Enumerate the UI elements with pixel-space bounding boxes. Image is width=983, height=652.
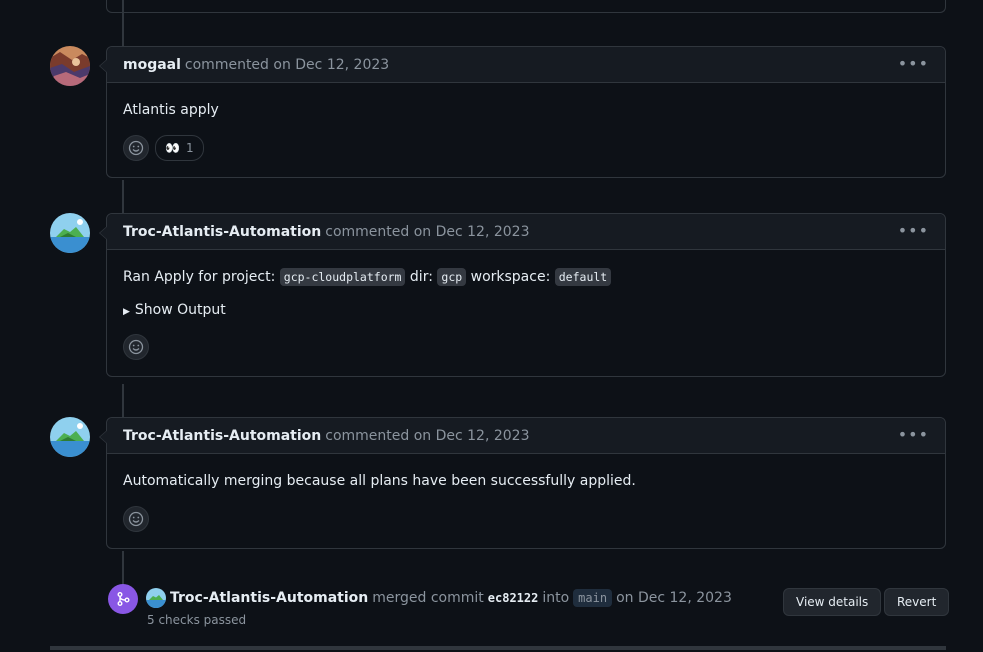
kebab-horizontal-icon[interactable]: ••• (898, 427, 929, 443)
project-code: gcp-cloudplatform (279, 268, 406, 286)
previous-comment-box (106, 0, 946, 13)
comment-timestamp[interactable]: commented on Dec 12, 2023 (325, 224, 529, 240)
kebab-horizontal-icon[interactable]: ••• (898, 56, 929, 72)
comment-header: Troc-Atlantis-Automation commented on De… (107, 214, 945, 250)
comment-box: Troc-Atlantis-Automation commented on De… (99, 213, 946, 377)
workspace-code: default (554, 268, 612, 286)
comment-author[interactable]: Troc-Atlantis-Automation (123, 428, 321, 444)
merge-event: Troc-Atlantis-Automation merged commit e… (108, 584, 950, 634)
comment-body: Atlantis apply (123, 102, 219, 118)
comment-timestamp[interactable]: commented on Dec 12, 2023 (185, 57, 389, 73)
branch-name[interactable]: main (573, 589, 613, 607)
body-text: Ran Apply for project: (123, 269, 276, 285)
comment-header: mogaal commented on Dec 12, 2023 ••• (107, 47, 945, 83)
triangle-right-icon: ▶ (123, 307, 130, 317)
comment-body: Ran Apply for project: gcp-cloudplatform… (123, 266, 929, 288)
merge-author[interactable]: Troc-Atlantis-Automation (170, 590, 368, 606)
smiley-icon[interactable] (123, 135, 149, 161)
comment-author[interactable]: Troc-Atlantis-Automation (123, 224, 321, 240)
body-text: dir: (409, 269, 433, 285)
smiley-icon[interactable] (123, 506, 149, 532)
merge-into: into (542, 590, 570, 606)
reactions-bar (123, 506, 929, 532)
revert-button[interactable]: Revert (884, 588, 950, 616)
merge-action: merged commit (372, 590, 484, 606)
commit-sha[interactable]: ec82122 (488, 591, 539, 605)
merge-description: Troc-Atlantis-Automation merged commit e… (146, 588, 732, 608)
comment-body: Automatically merging because all plans … (123, 473, 636, 489)
avatar[interactable] (50, 46, 90, 86)
smiley-icon[interactable] (123, 334, 149, 360)
reactions-bar (123, 334, 929, 360)
checks-status[interactable]: 5 checks passed (147, 613, 246, 627)
comment-box: mogaal commented on Dec 12, 2023 ••• Atl… (99, 46, 946, 178)
comment-header: Troc-Atlantis-Automation commented on De… (107, 418, 945, 454)
show-output-toggle[interactable]: ▶ Show Output (123, 302, 929, 318)
reaction-count: 1 (185, 141, 194, 155)
kebab-horizontal-icon[interactable]: ••• (898, 223, 929, 239)
avatar[interactable] (50, 213, 90, 253)
show-output-label: Show Output (134, 302, 226, 318)
timeline-line (122, 384, 124, 418)
dir-code: gcp (437, 268, 467, 286)
timeline-line (122, 551, 124, 585)
git-merge-icon (108, 584, 138, 614)
divider (50, 646, 946, 650)
avatar[interactable] (50, 417, 90, 457)
view-details-button[interactable]: View details (783, 588, 882, 616)
comment-box: Troc-Atlantis-Automation commented on De… (99, 417, 946, 549)
reaction-eyes[interactable]: 👀 1 (155, 135, 204, 161)
avatar[interactable] (146, 588, 166, 608)
comment-author[interactable]: mogaal (123, 57, 181, 73)
timeline-line (122, 180, 124, 214)
comment-timestamp[interactable]: commented on Dec 12, 2023 (325, 428, 529, 444)
reactions-bar: 👀 1 (123, 135, 929, 161)
eyes-emoji: 👀 (165, 141, 180, 155)
merge-date[interactable]: on Dec 12, 2023 (616, 590, 732, 606)
body-text: workspace: (470, 269, 551, 285)
